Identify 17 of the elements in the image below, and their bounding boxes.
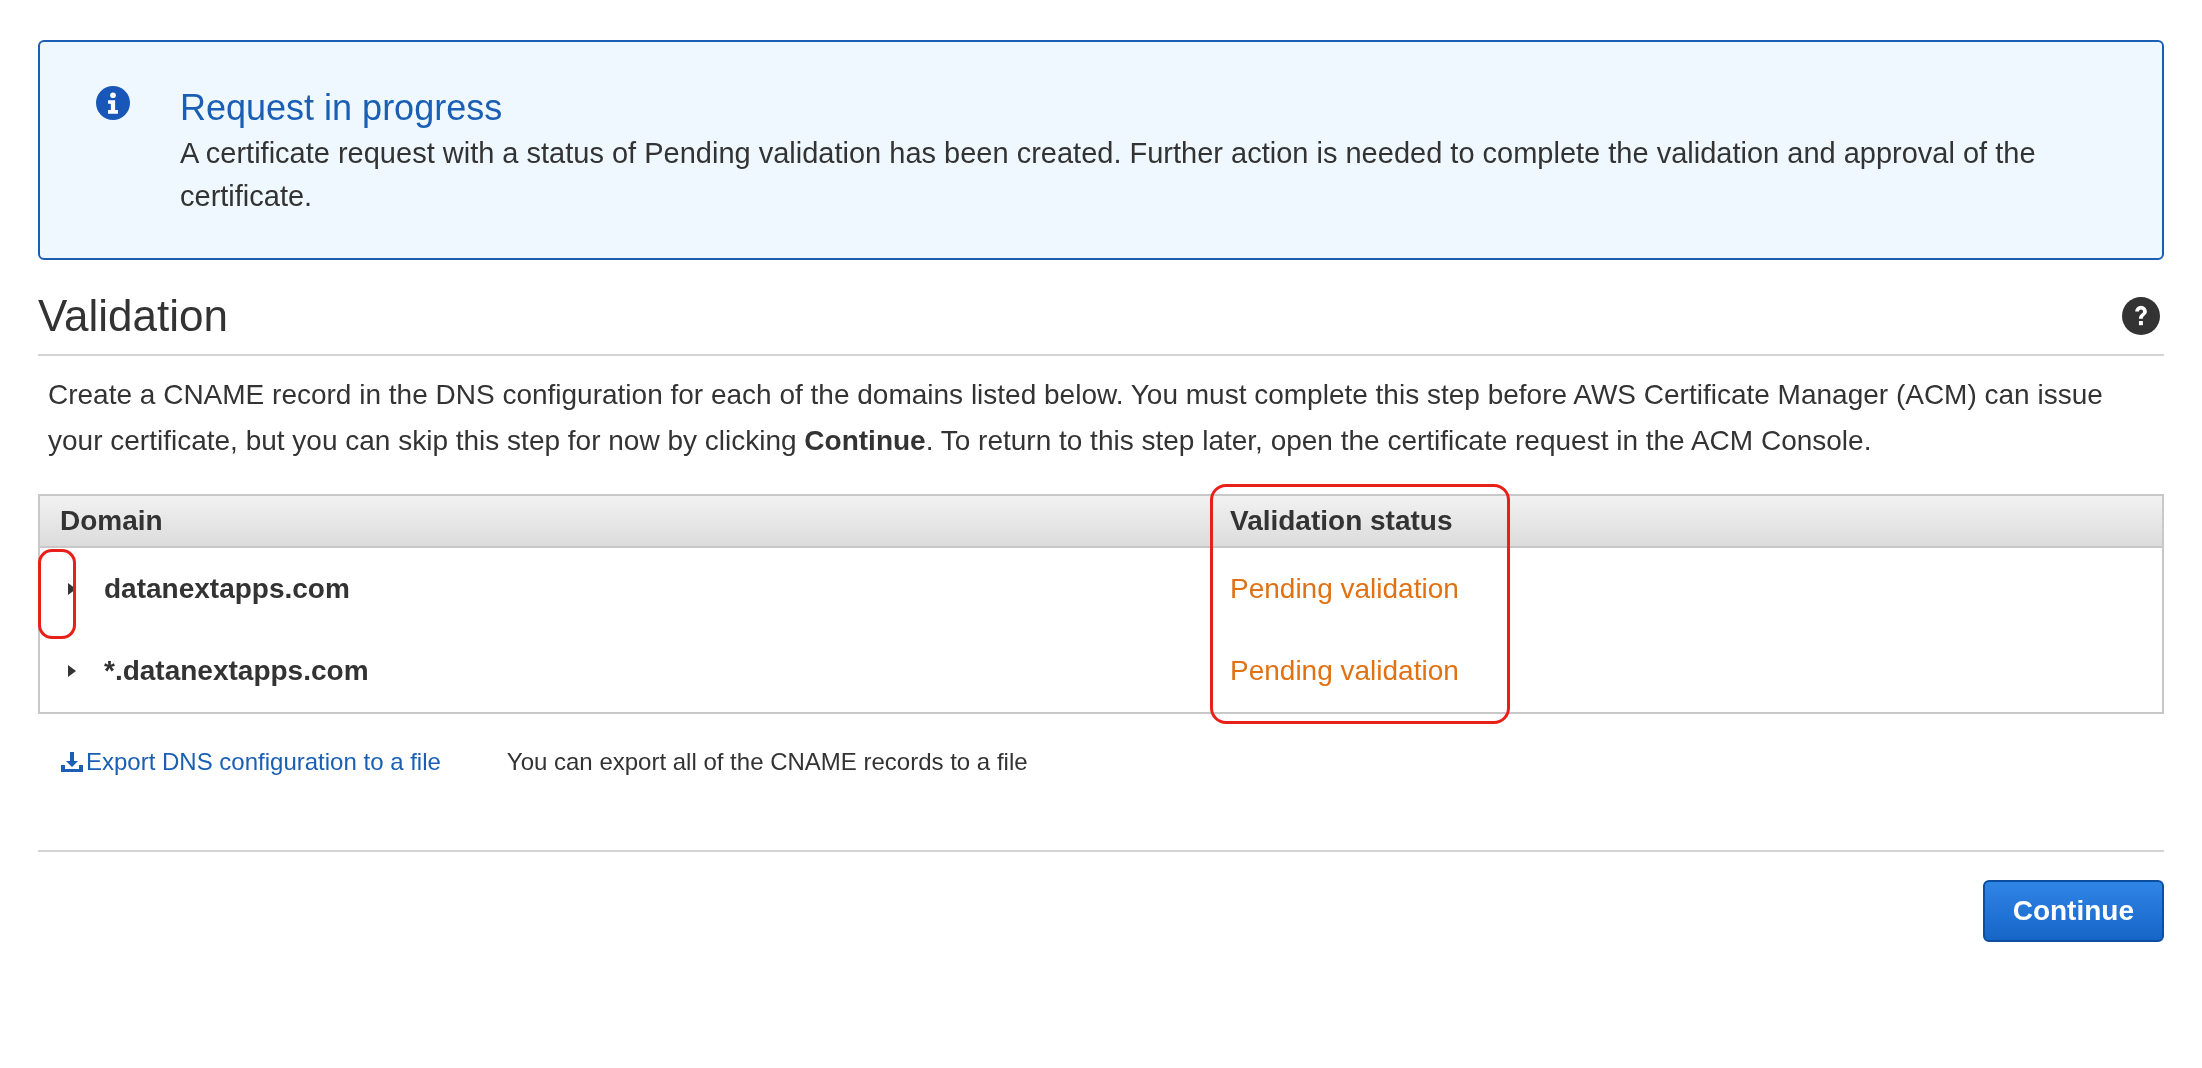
download-icon bbox=[60, 750, 84, 774]
column-header: Domain bbox=[59, 504, 164, 538]
alert-title: Request in progress bbox=[180, 86, 504, 130]
info-icon bbox=[96, 86, 130, 120]
caret-right-icon[interactable] bbox=[66, 663, 78, 679]
column-header: Validation status bbox=[1229, 504, 1454, 538]
status-text: Pending validation bbox=[1229, 572, 1460, 606]
domain-name: *.datanextapps.com bbox=[104, 654, 369, 688]
export-link[interactable]: Export DNS configuration to a file bbox=[60, 744, 441, 780]
alert-message: A certificate request with a status of Pending validation has been created. Further action is needed to complete the validation and approval of the certificate. bbox=[180, 136, 2037, 214]
help-icon[interactable] bbox=[2122, 297, 2160, 335]
export-hint: You can export all of the CNAME records to a file bbox=[506, 747, 1028, 777]
instructions-text: Create a CNAME record in the DNS configuration for each of the domains listed below. You must complete this step before AWS Certificate Manager (ACM) can issue your certificate, but you can skip this step for now by clicking Continue. To return to this step later, open the certificate request in the ACM Console. bbox=[47, 378, 2104, 458]
status-text: Pending validation bbox=[1229, 654, 1460, 688]
domain-name: datanextapps.com bbox=[104, 572, 350, 606]
section-title: Validation bbox=[38, 290, 228, 342]
continue-button[interactable]: Continue bbox=[1982, 880, 2164, 942]
